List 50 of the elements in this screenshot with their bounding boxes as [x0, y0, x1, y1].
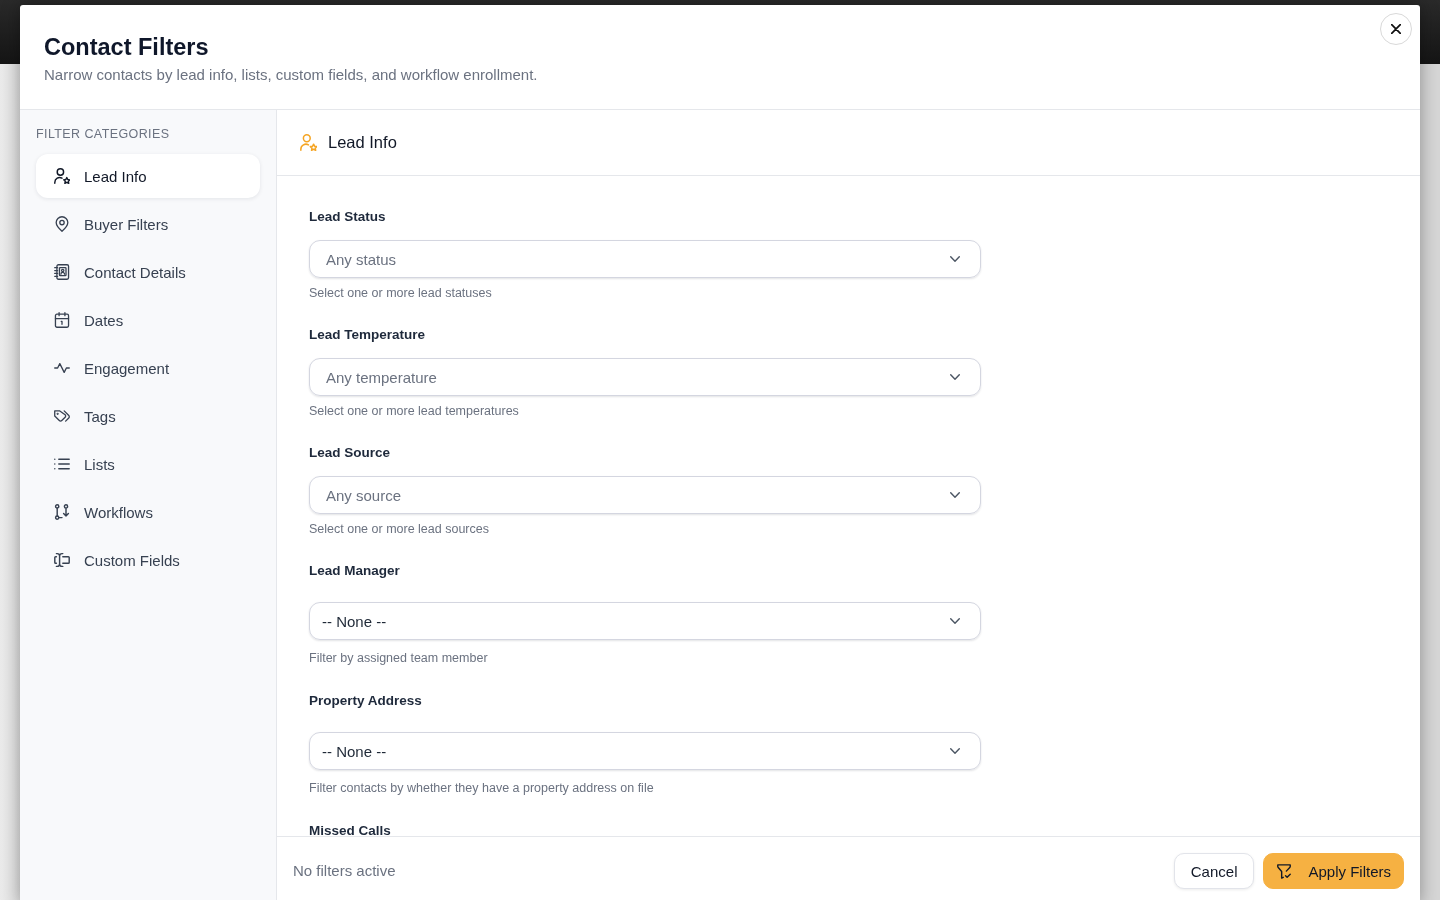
dropdown-field[interactable]: Any temperature	[309, 358, 981, 396]
field-label: Property Address	[309, 692, 422, 710]
dropdown-field[interactable]: -- None --	[309, 602, 981, 640]
contact-book-icon	[54, 264, 70, 280]
chevron-down-icon	[950, 256, 960, 262]
field-help-text: Filter by assigned team member	[309, 651, 488, 665]
field-label: Missed Calls	[309, 822, 391, 836]
sidebar-item[interactable]: Buyer Filters	[36, 202, 260, 246]
field-label: Lead Status	[309, 208, 386, 226]
chevron-down-icon	[950, 748, 960, 754]
chevron-down-icon	[950, 618, 960, 624]
dropdown-field[interactable]: Any status	[309, 240, 981, 278]
pulse-icon	[54, 360, 70, 376]
apply-filters-button[interactable]: Apply Filters	[1263, 853, 1404, 889]
user-star-icon	[54, 168, 70, 184]
dialog-title: Contact Filters	[44, 33, 209, 62]
funnel-check-icon	[1277, 863, 1292, 879]
sidebar-item[interactable]: Lead Info	[36, 154, 260, 198]
sidebar-item[interactable]: Custom Fields	[36, 538, 260, 582]
chevron-down-icon	[950, 492, 960, 498]
chevron-down-icon	[950, 374, 960, 380]
cancel-button[interactable]: Cancel	[1173, 853, 1255, 889]
map-pin-icon	[54, 216, 70, 232]
field-label: Lead Temperature	[309, 326, 426, 344]
user-star-icon	[300, 134, 317, 151]
sidebar-item[interactable]: Contact Details	[36, 250, 260, 294]
filter-status-text: No filters active	[293, 861, 396, 881]
close-button[interactable]	[1380, 13, 1412, 45]
section-title: Lead Info	[328, 133, 397, 152]
field-label: Lead Manager	[309, 562, 400, 580]
close-icon	[1391, 24, 1401, 34]
dropdown-field[interactable]: Any source	[309, 476, 981, 514]
sidebar-item[interactable]: Tags	[36, 394, 260, 438]
sidebar-item[interactable]: Workflows	[36, 490, 260, 534]
sidebar-item[interactable]: Dates	[36, 298, 260, 342]
sidebar-heading: FILTER CATEGORIES	[36, 126, 170, 142]
sidebar-item[interactable]: Lists	[36, 442, 260, 486]
field-help-text: Filter contacts by whether they have a property address on file	[309, 781, 654, 795]
sidebar-item[interactable]: Engagement	[36, 346, 260, 390]
calendar-icon	[54, 312, 70, 328]
field-help-text: Select one or more lead temperatures	[309, 404, 519, 418]
dialog-subtitle: Narrow contacts by lead info, lists, custom fields, and workflow enrollment.	[44, 65, 538, 85]
dropdown-field[interactable]: -- None --	[309, 732, 981, 770]
branch-icon	[54, 504, 70, 520]
text-cursor-box-icon	[54, 552, 70, 568]
list-icon	[54, 456, 70, 472]
field-label: Lead Source	[309, 444, 391, 462]
field-help-text: Select one or more lead statuses	[309, 286, 492, 300]
tags-icon	[54, 408, 70, 424]
field-help-text: Select one or more lead sources	[309, 522, 489, 536]
